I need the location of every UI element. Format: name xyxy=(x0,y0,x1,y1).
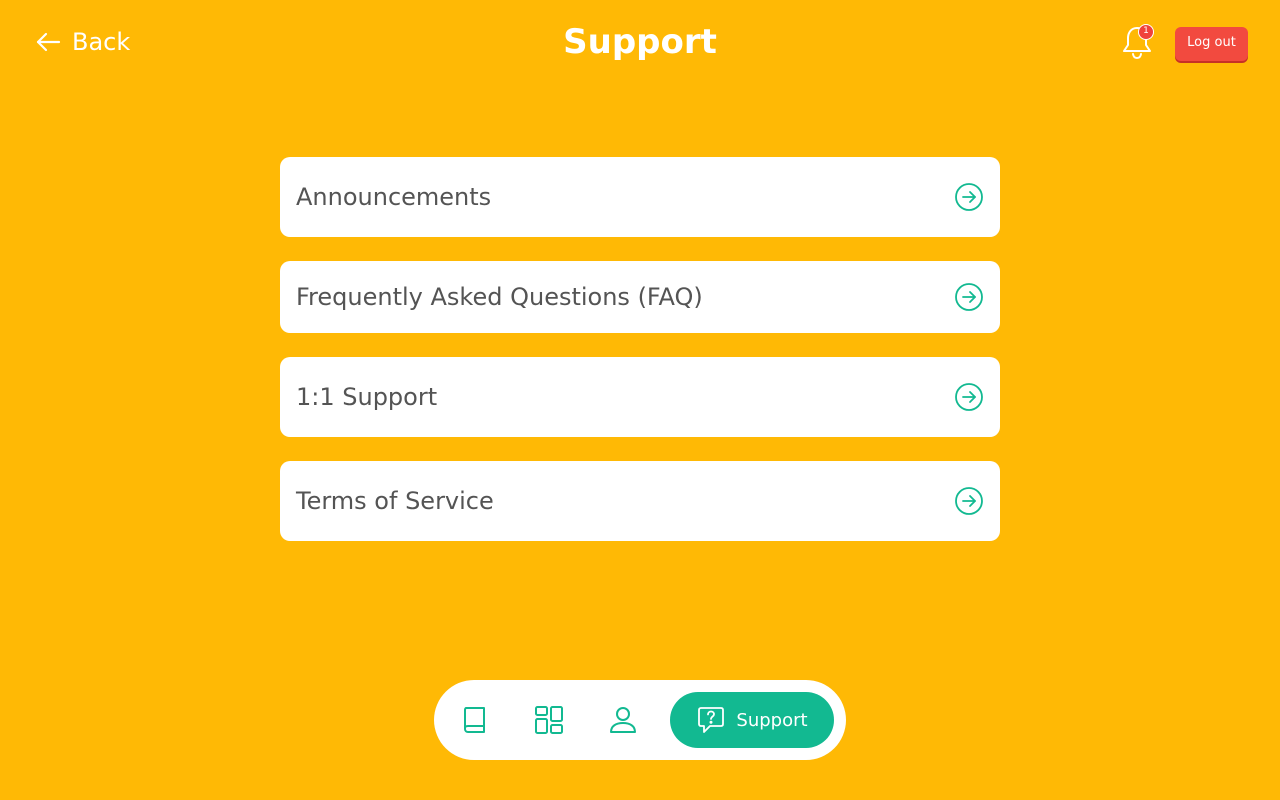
dashboard-icon xyxy=(535,706,563,734)
support-page: Back Support 1 Log out Announcements Fre… xyxy=(0,0,1280,800)
nav-item-label: Support xyxy=(736,709,808,731)
nav-item-support[interactable]: Support xyxy=(670,692,834,748)
menu-item-label: 1:1 Support xyxy=(296,383,438,411)
page-title: Support xyxy=(563,22,717,62)
menu-item-one-on-one-support[interactable]: 1:1 Support xyxy=(280,357,1000,437)
nav-item-book[interactable] xyxy=(446,692,502,748)
bottom-nav: Support xyxy=(434,680,846,760)
menu-item-label: Frequently Asked Questions (FAQ) xyxy=(296,283,703,311)
nav-item-dashboard[interactable] xyxy=(521,692,577,748)
arrow-right-circle-icon xyxy=(955,283,983,311)
menu-item-label: Announcements xyxy=(296,183,492,211)
help-chat-icon xyxy=(698,707,725,733)
notifications-button[interactable]: 1 xyxy=(1120,24,1154,60)
logout-button[interactable]: Log out xyxy=(1175,27,1248,61)
book-icon xyxy=(464,707,485,733)
nav-item-profile[interactable] xyxy=(595,692,651,748)
arrow-right-circle-icon xyxy=(955,487,983,515)
menu-item-announcements[interactable]: Announcements xyxy=(280,157,1000,237)
menu-item-terms-of-service[interactable]: Terms of Service xyxy=(280,461,1000,541)
arrow-right-circle-icon xyxy=(955,183,983,211)
menu-item-faq[interactable]: Frequently Asked Questions (FAQ) xyxy=(280,261,1000,333)
menu-item-label: Terms of Service xyxy=(296,487,494,515)
arrow-right-circle-icon xyxy=(955,383,983,411)
user-icon xyxy=(610,707,636,733)
notification-badge: 1 xyxy=(1138,24,1154,40)
